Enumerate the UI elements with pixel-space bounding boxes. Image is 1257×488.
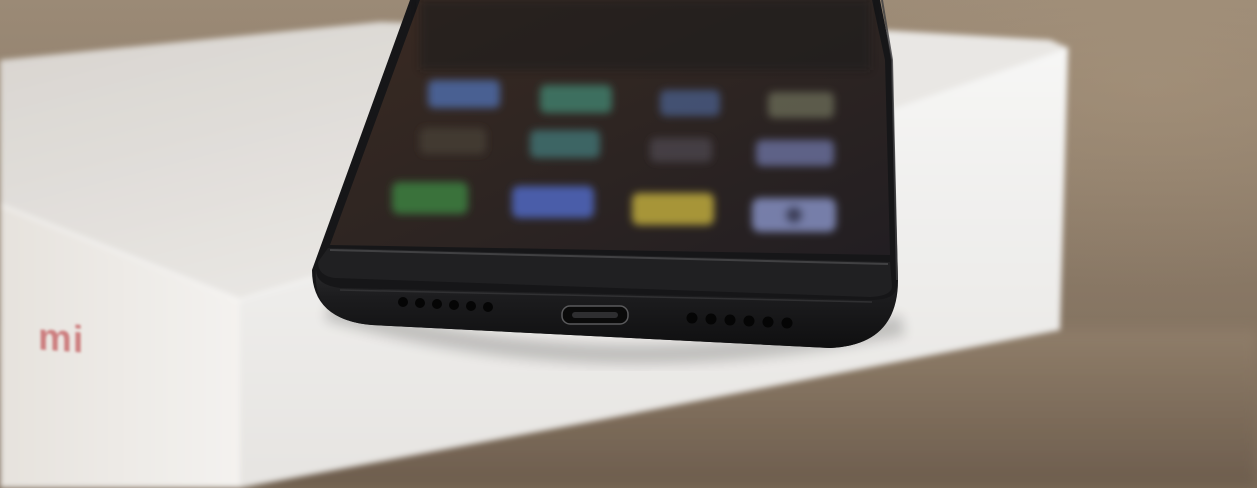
micro-usb-port (561, 305, 629, 325)
photo-scene: mi (0, 0, 1257, 488)
box-brand-logo: mi (38, 316, 85, 362)
scene-illustration (0, 0, 1257, 488)
smartphone (312, 0, 905, 365)
